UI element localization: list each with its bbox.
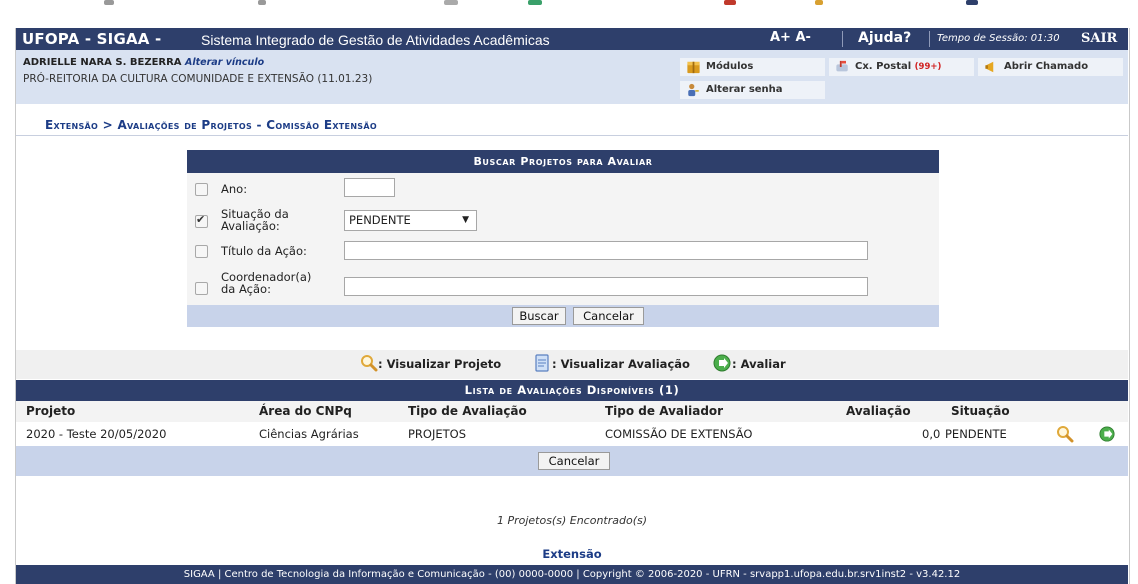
search-form: Buscar Projetos para Avaliar Ano: Situaç… [187, 150, 939, 327]
col-project: Projeto [26, 404, 76, 418]
col-area: Área do CNPq [259, 404, 352, 418]
help-link[interactable]: Ajuda? [858, 30, 911, 46]
change-link[interactable]: Alterar vínculo [185, 57, 264, 68]
system-name: Sistema Integrado de Gestão de Atividade… [201, 32, 550, 48]
session-timer: Tempo de Sessão: 01:30 [937, 33, 1060, 44]
cancel-search-button[interactable]: Cancelar [573, 307, 644, 325]
breadcrumb-divider [16, 135, 1128, 136]
frame-right-border [1129, 28, 1130, 584]
year-input[interactable] [344, 178, 395, 197]
mailbox-icon [836, 60, 848, 72]
view-project-icon[interactable] [1056, 425, 1074, 443]
modules-label: Módulos [706, 61, 754, 72]
legend-view-evaluation: : Visualizar Avaliação [552, 357, 690, 371]
user-name: ADRIELLE NARA S. BEZERRA [23, 57, 182, 68]
cell-evaluation-type: PROJETOS [408, 427, 467, 441]
cell-score: 0,0 [922, 427, 941, 441]
year-label: Ano: [221, 182, 248, 196]
cell-status: PENDENTE [945, 427, 1007, 441]
cell-area: Ciências Agrárias [259, 427, 359, 441]
action-title-input[interactable] [344, 241, 868, 260]
title-checkbox[interactable] [195, 245, 208, 258]
icon-legend: : Visualizar Projeto : Visualizar Avalia… [16, 350, 1128, 379]
search-form-title: Buscar Projetos para Avaliar [187, 150, 939, 173]
coordinator-label: Coordenador(a) da Ação: [221, 270, 312, 296]
cell-project: 2020 - Teste 20/05/2020 [26, 427, 167, 441]
search-form-actions: Buscar Cancelar [187, 305, 939, 327]
open-ticket-button[interactable]: Abrir Chamado [978, 58, 1123, 76]
col-evaluator-type: Tipo de Avaliador [605, 404, 724, 418]
page: UFOPA - SIGAA - Sistema Integrado de Ges… [16, 28, 1128, 584]
font-size-controls[interactable]: A+ A- [770, 30, 811, 45]
package-icon [687, 61, 700, 74]
col-status: Situação [951, 404, 1010, 418]
user-unit: PRÓ-REITORIA DA CULTURA COMUNIDADE E EXT… [23, 73, 373, 85]
go-arrow-icon [713, 354, 731, 372]
col-score: Avaliação [846, 404, 911, 418]
status-select-value: PENDENTE [349, 213, 411, 227]
logout-link[interactable]: SAIR [1081, 31, 1117, 46]
status-label: Situação da Avaliação: [221, 207, 289, 233]
document-icon [535, 354, 549, 372]
legend-evaluate: : Avaliar [732, 357, 786, 371]
mailbox-count: (99+) [914, 62, 942, 72]
header-divider [929, 31, 930, 47]
user-key-icon [688, 83, 699, 97]
change-password-button[interactable]: Alterar senha [680, 81, 825, 99]
title-label: Título da Ação: [221, 244, 307, 258]
modules-button[interactable]: Módulos [680, 58, 825, 76]
cell-evaluator-type: COMISSÃO DE EXTENSÃO [605, 427, 753, 441]
col-evaluation-type: Tipo de Avaliação [408, 404, 527, 418]
table-row: 2020 - Teste 20/05/2020 Ciências Agrária… [16, 422, 1128, 446]
top-header: UFOPA - SIGAA - Sistema Integrado de Ges… [16, 28, 1128, 50]
mailbox-button[interactable]: Cx. Postal (99+) [829, 58, 974, 76]
coordinator-input[interactable] [344, 277, 868, 296]
browser-top-strip [0, 0, 1138, 18]
status-select[interactable]: PENDENTE ▼ [344, 210, 477, 231]
list-actions: Cancelar [16, 446, 1128, 476]
user-info-bar: ADRIELLE NARA S. BEZERRA Alterar vínculo… [16, 50, 1128, 104]
table-header: Projeto Área do CNPq Tipo de Avaliação T… [16, 401, 1128, 422]
breadcrumb: Extensão > Avaliações de Projetos - Comi… [45, 118, 377, 132]
megaphone-icon [985, 61, 994, 73]
mailbox-label: Cx. Postal [855, 61, 912, 72]
open-ticket-label: Abrir Chamado [1004, 61, 1089, 72]
header-divider [842, 31, 843, 47]
user-name-line: ADRIELLE NARA S. BEZERRA Alterar vínculo [23, 57, 264, 68]
app-logo[interactable]: UFOPA - SIGAA - [22, 30, 161, 48]
coordinator-checkbox[interactable] [195, 282, 208, 295]
chevron-down-icon: ▼ [462, 215, 469, 225]
page-footer: SIGAA | Centro de Tecnologia da Informaç… [16, 565, 1128, 584]
magnifier-icon [361, 355, 378, 372]
legend-view-project: : Visualizar Projeto [378, 357, 502, 371]
cancel-list-button[interactable]: Cancelar [538, 452, 610, 470]
change-password-label: Alterar senha [706, 84, 783, 95]
evaluate-arrow-icon[interactable] [1099, 426, 1115, 442]
search-button[interactable]: Buscar [512, 307, 566, 325]
results-count: 1 Projetos(s) Encontrado(s) [496, 514, 648, 527]
year-checkbox[interactable] [195, 183, 208, 196]
module-link[interactable]: Extensão [16, 547, 1128, 561]
evaluations-list-title: Lista de Avaliações Disponíveis (1) [16, 380, 1128, 401]
status-checkbox[interactable] [195, 213, 208, 228]
